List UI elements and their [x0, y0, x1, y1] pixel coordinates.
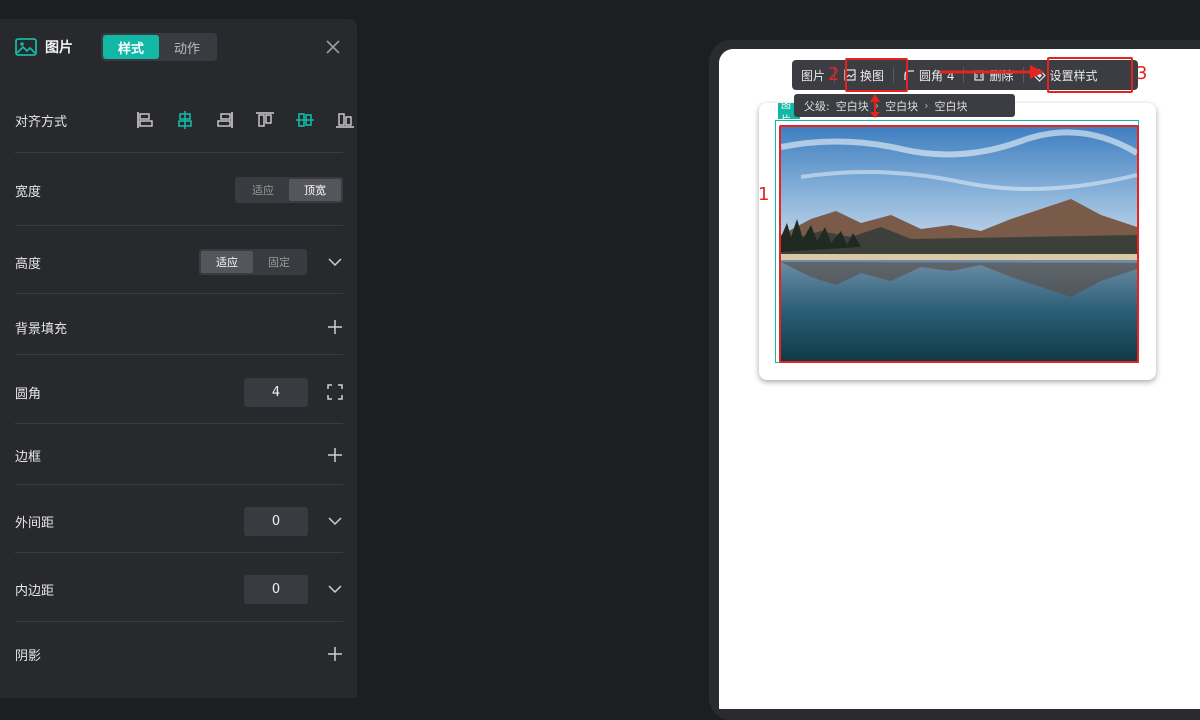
background-row: 背景填充	[15, 315, 343, 339]
close-icon[interactable]	[323, 37, 343, 57]
image-icon	[15, 38, 37, 56]
width-label: 宽度	[15, 184, 42, 200]
padding-input[interactable]: 0	[244, 574, 308, 604]
margin-input[interactable]: 0	[244, 506, 308, 536]
annotation-label-2: 2	[828, 64, 840, 85]
divider	[15, 152, 343, 153]
annotation-label-3: 3	[1136, 63, 1148, 84]
width-option-fit[interactable]: 适应	[237, 179, 289, 201]
add-border-icon[interactable]	[327, 447, 343, 463]
chevron-down-icon[interactable]	[327, 581, 343, 597]
chevron-down-icon[interactable]	[327, 254, 343, 270]
height-row: 高度 适应 固定	[15, 248, 343, 276]
align-bottom-icon[interactable]	[325, 109, 365, 131]
radius-row: 圆角 4	[15, 377, 343, 407]
divider	[15, 484, 343, 485]
height-toggle: 适应 固定	[199, 249, 307, 275]
shadow-label: 阴影	[15, 648, 42, 664]
width-row: 宽度 适应 顶宽	[15, 176, 343, 204]
border-row: 边框	[15, 443, 343, 467]
align-label: 对齐方式	[15, 114, 68, 130]
divider	[15, 552, 343, 553]
breadcrumb-prefix: 父级:	[804, 99, 830, 113]
width-option-full[interactable]: 顶宽	[289, 179, 341, 201]
shadow-row: 阴影	[15, 642, 343, 666]
align-right-icon[interactable]	[205, 109, 245, 131]
padding-label: 内边距	[15, 583, 55, 599]
height-option-fit[interactable]: 适应	[201, 251, 253, 273]
border-label: 边框	[15, 449, 42, 465]
align-icons	[125, 109, 365, 131]
annotation-arrows	[870, 65, 1044, 118]
add-background-icon[interactable]	[327, 319, 343, 335]
align-top-icon[interactable]	[245, 109, 285, 131]
align-left-icon[interactable]	[125, 109, 165, 131]
padding-row: 内边距 0	[15, 574, 343, 604]
panel-tabs: 样式 动作	[101, 33, 217, 61]
height-label: 高度	[15, 256, 42, 272]
toolbar-image-label: 图片	[801, 68, 826, 83]
add-shadow-icon[interactable]	[327, 646, 343, 662]
tab-action[interactable]: 动作	[159, 35, 215, 59]
divider	[15, 225, 343, 226]
height-option-fixed[interactable]: 固定	[253, 251, 305, 273]
width-toggle: 适应 顶宽	[235, 177, 343, 203]
annotation-box-3	[1047, 57, 1133, 93]
panel-title: 图片	[45, 40, 73, 56]
panel-header: 图片 样式 动作	[15, 33, 343, 61]
divider	[15, 621, 343, 622]
chevron-down-icon[interactable]	[327, 513, 343, 529]
margin-row: 外间距 0	[15, 506, 343, 536]
margin-label: 外间距	[15, 515, 55, 531]
radius-label: 圆角	[15, 386, 42, 402]
align-center-h-icon[interactable]	[165, 109, 205, 131]
annotation-box-1	[779, 125, 1139, 363]
divider	[15, 354, 343, 355]
expand-corners-icon[interactable]	[327, 384, 343, 400]
tab-style[interactable]: 样式	[103, 35, 159, 59]
radius-input[interactable]: 4	[244, 377, 308, 407]
align-center-v-icon[interactable]	[285, 109, 325, 131]
style-panel: 图片 样式 动作 对齐方式 宽度 适应 顶宽 高度 适应 固定 背景填充 圆角 …	[0, 19, 357, 698]
divider	[15, 423, 343, 424]
align-row: 对齐方式	[15, 108, 354, 132]
annotation-label-1: 1	[758, 184, 770, 205]
divider	[15, 293, 343, 294]
background-label: 背景填充	[15, 321, 68, 337]
